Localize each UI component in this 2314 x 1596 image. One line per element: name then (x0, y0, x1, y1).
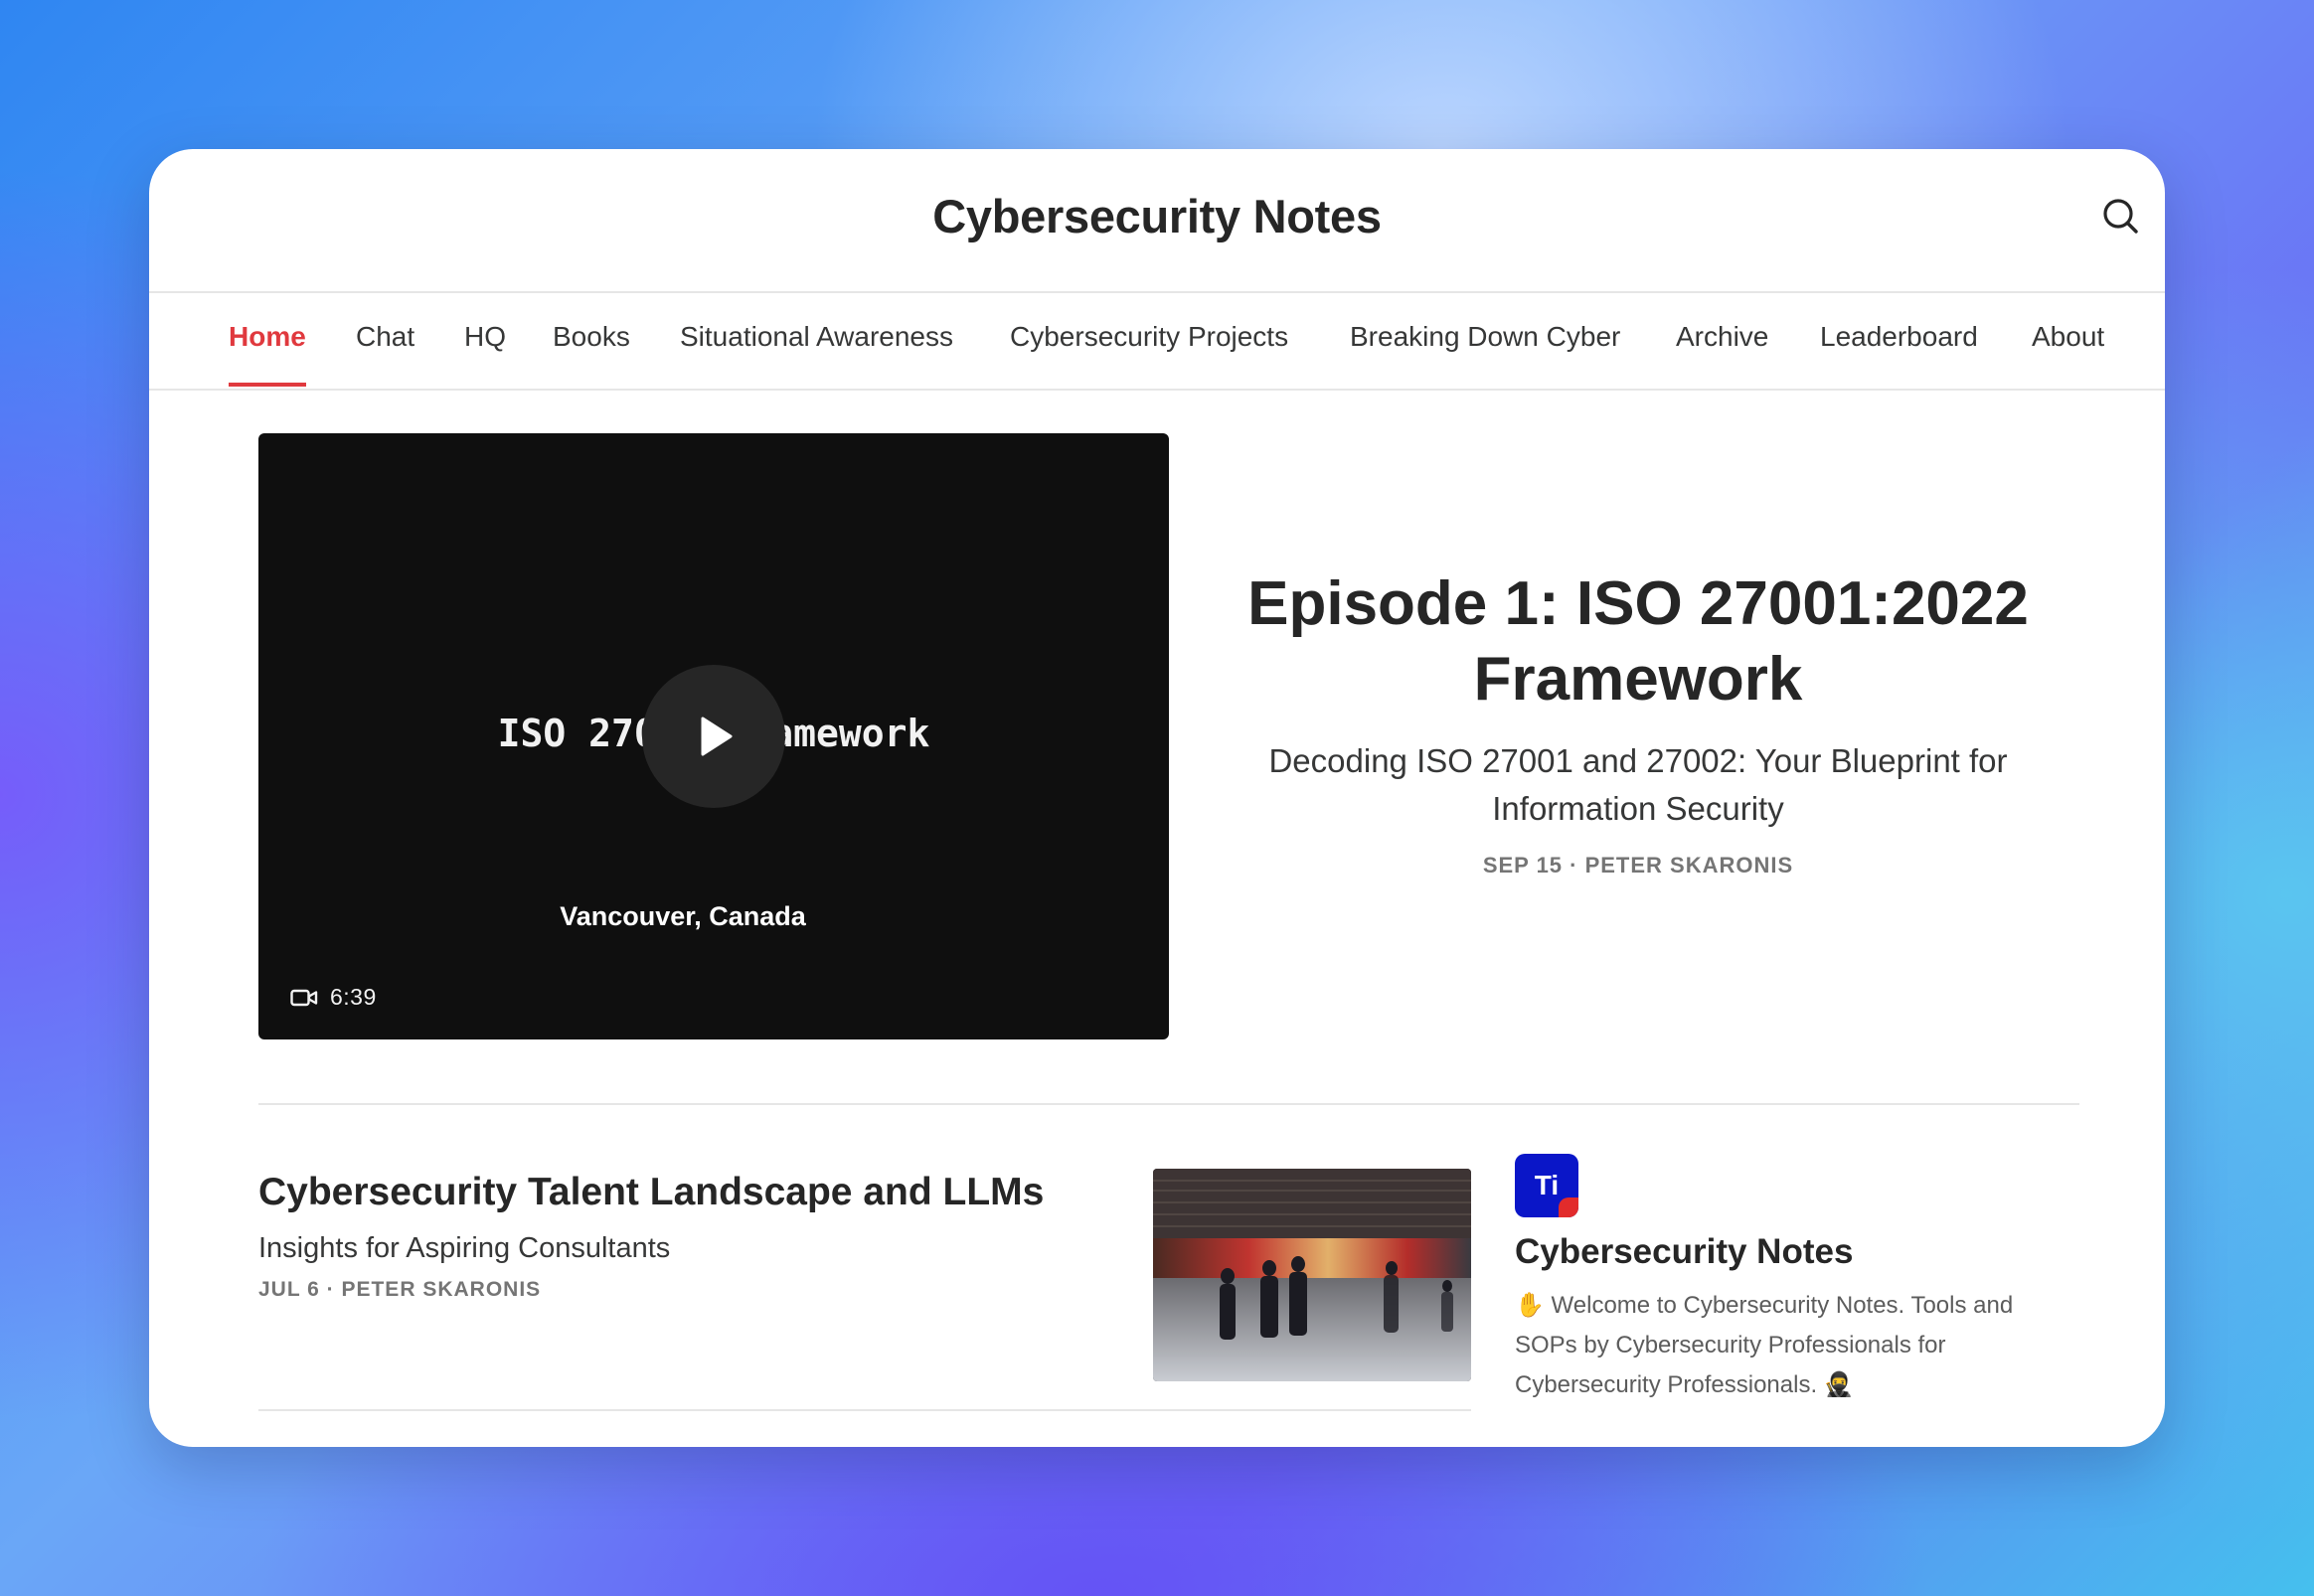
nav-item-about[interactable]: About (2032, 321, 2104, 387)
maple-leaf-icon (1559, 1197, 1578, 1217)
nav-item-cybersecurity-projects[interactable]: Cybersecurity Projects (1010, 321, 1288, 387)
nav-item-leaderboard[interactable]: Leaderboard (1820, 321, 1978, 387)
video-location: Vancouver, Canada (560, 901, 806, 931)
post-divider (258, 1409, 1471, 1411)
play-button[interactable] (642, 665, 785, 808)
post-item[interactable]: Cybersecurity Talent Landscape and LLMs … (258, 1167, 1093, 1302)
featured-post-title[interactable]: Episode 1: ISO 27001:2022 Framework (1233, 566, 2044, 718)
nav-item-situational-awareness[interactable]: Situational Awareness (680, 321, 953, 387)
nav-item-breaking-down-cyber[interactable]: Breaking Down Cyber (1350, 321, 1620, 387)
video-duration: 6:39 (290, 984, 377, 1011)
nav-item-hq[interactable]: HQ (464, 321, 506, 387)
play-icon (701, 717, 733, 756)
publication-logo-text: Ti (1534, 1170, 1560, 1200)
nav-item-chat[interactable]: Chat (356, 321, 414, 387)
post-meta: JUL 6 · PETER SKARONIS (258, 1278, 542, 1301)
nav-item-home[interactable]: Home (229, 321, 306, 387)
search-icon[interactable] (2101, 197, 2141, 237)
nav-item-books[interactable]: Books (553, 321, 630, 387)
site-title[interactable]: Cybersecurity Notes (149, 189, 2165, 243)
featured-post-meta: SEP 15 · PETER SKARONIS (1482, 853, 1794, 878)
featured-post-info: Episode 1: ISO 27001:2022 Framework Deco… (1233, 566, 2044, 878)
featured-post-subtitle: Decoding ISO 27001 and 27002: Your Bluep… (1268, 742, 2008, 827)
video-camera-icon (290, 989, 318, 1006)
site-header: Cybersecurity Notes (149, 149, 2165, 293)
browser-window: Cybersecurity Notes Home Chat HQ Books S… (149, 149, 2165, 1447)
publication-name[interactable]: Cybersecurity Notes (1515, 1232, 1853, 1272)
section-divider (258, 1103, 2079, 1105)
publication-logo[interactable]: Ti (1515, 1154, 1578, 1217)
publication-description: ✋ Welcome to Cybersecurity Notes. Tools … (1515, 1292, 2014, 1398)
featured-video-player[interactable]: ISO 27001 Framework Vancouver, Canada 6:… (258, 433, 1169, 1039)
post-title[interactable]: Cybersecurity Talent Landscape and LLMs (258, 1167, 1093, 1218)
duration-label: 6:39 (330, 984, 377, 1010)
main-nav: Home Chat HQ Books Situational Awareness… (149, 293, 2165, 391)
post-subtitle: Insights for Aspiring Consultants (258, 1232, 671, 1264)
nav-item-archive[interactable]: Archive (1676, 321, 1768, 387)
post-thumbnail[interactable] (1153, 1169, 1471, 1381)
